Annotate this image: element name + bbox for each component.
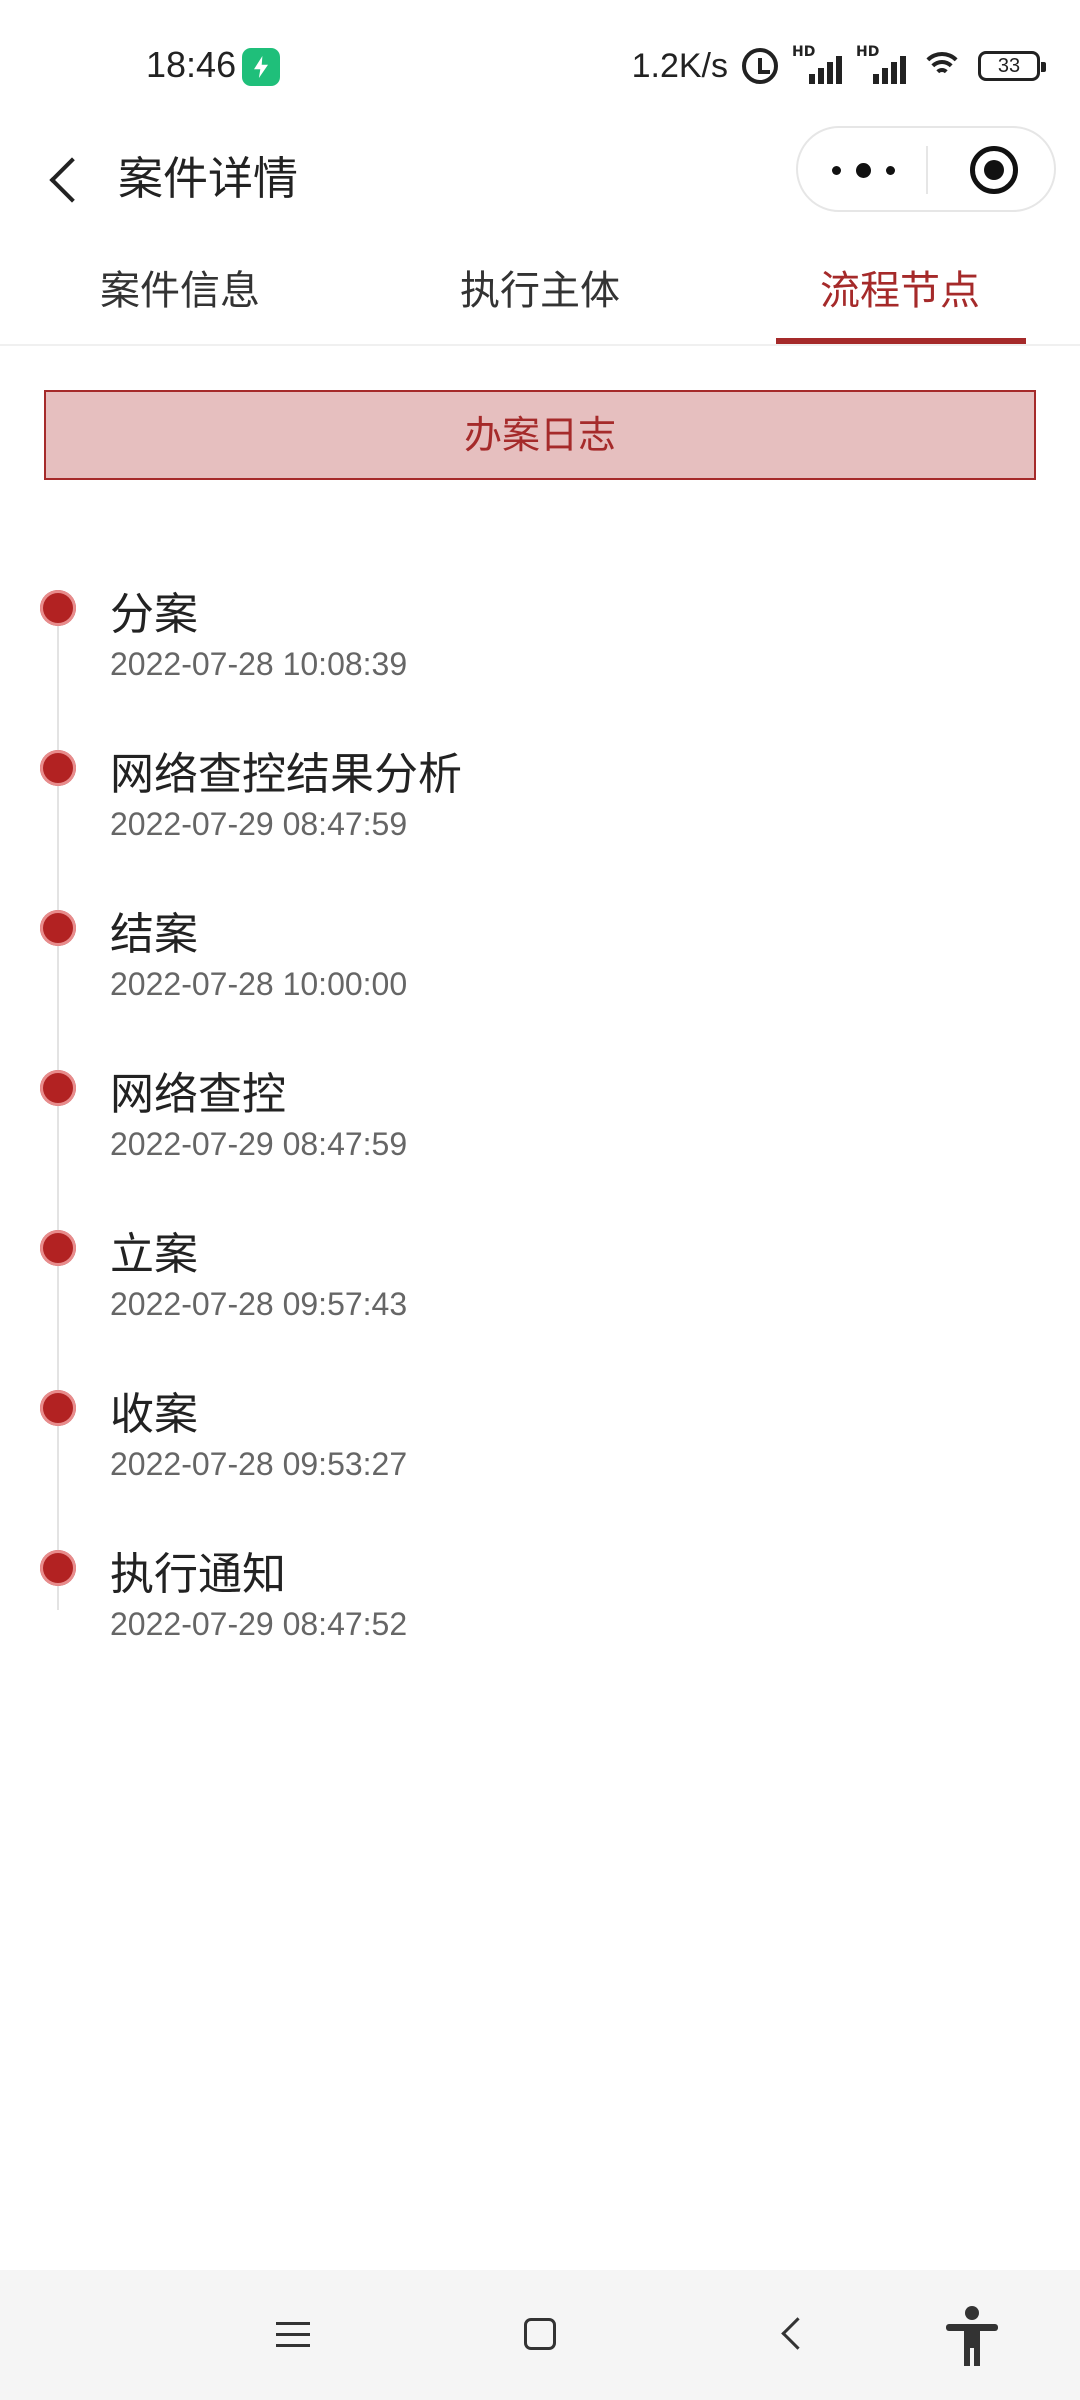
timeline-item: 执行通知 2022-07-29 08:47:52 xyxy=(0,1520,1080,1680)
timeline-item-time: 2022-07-28 10:00:00 xyxy=(110,966,408,1002)
tab-case-info[interactable]: 案件信息 xyxy=(60,258,300,346)
timeline-item-time: 2022-07-29 08:47:52 xyxy=(110,1606,408,1642)
timeline-item: 收案 2022-07-28 09:53:27 xyxy=(0,1360,1080,1520)
timeline-item: 网络查控结果分析 2022-07-29 08:47:59 xyxy=(0,720,1080,880)
timeline-item-time: 2022-07-29 08:47:59 xyxy=(110,806,408,842)
alarm-icon xyxy=(742,48,778,84)
battery-icon: 33 xyxy=(978,51,1046,81)
timeline-item-title: 网络查控 xyxy=(110,1069,286,1120)
menu-icon[interactable] xyxy=(276,2320,310,2350)
timeline-item-title: 收案 xyxy=(110,1389,198,1440)
timeline-item: 分案 2022-07-28 10:08:39 xyxy=(0,560,1080,720)
timeline-dot-icon xyxy=(40,750,76,786)
capsule-divider xyxy=(926,146,928,194)
target-circle-icon[interactable] xyxy=(970,146,1018,194)
timeline-item: 立案 2022-07-28 09:57:43 xyxy=(0,1200,1080,1360)
status-bar: 18:46 1.2K/s HD HD 33 xyxy=(0,0,1080,130)
timeline-dot-icon xyxy=(40,1070,76,1106)
timeline-item-title: 立案 xyxy=(110,1229,198,1280)
timeline-item-time: 2022-07-28 10:08:39 xyxy=(110,646,408,682)
accessibility-icon[interactable] xyxy=(946,2306,998,2366)
timeline-dot-icon xyxy=(40,590,76,626)
timeline-item-title: 网络查控结果分析 xyxy=(110,749,462,800)
timeline-item-time: 2022-07-28 09:57:43 xyxy=(110,1286,408,1322)
page-title: 案件详情 xyxy=(118,152,299,205)
case-log-button[interactable]: 办案日志 xyxy=(44,390,1036,480)
status-time: 18:46 xyxy=(146,44,237,85)
timeline-item: 结案 2022-07-28 10:00:00 xyxy=(0,880,1080,1040)
mini-program-capsule xyxy=(796,126,1056,212)
timeline-item-title: 执行通知 xyxy=(110,1549,286,1600)
back-icon[interactable] xyxy=(778,2316,808,2352)
timeline-dot-icon xyxy=(40,910,76,946)
tab-process-nodes[interactable]: 流程节点 xyxy=(780,258,1020,346)
timeline-dot-icon xyxy=(40,1550,76,1586)
timeline-item: 网络查控 2022-07-29 08:47:59 xyxy=(0,1040,1080,1200)
signal-icon: HD xyxy=(792,44,842,84)
active-tab-indicator xyxy=(776,338,1026,344)
signal-icon: HD xyxy=(856,44,906,84)
more-dots-icon[interactable] xyxy=(826,146,902,194)
tab-bar: 案件信息 执行主体 流程节点 xyxy=(0,250,1080,346)
home-icon[interactable] xyxy=(524,2318,556,2350)
tab-execution-subject[interactable]: 执行主体 xyxy=(420,258,660,346)
chevron-left-icon[interactable] xyxy=(42,148,92,208)
timeline-dot-icon xyxy=(40,1230,76,1266)
status-right: 1.2K/s HD HD 33 xyxy=(631,44,1046,88)
nav-bar: 案件详情 xyxy=(0,126,1080,250)
timeline-item-time: 2022-07-28 09:53:27 xyxy=(110,1446,408,1482)
app-charge-icon xyxy=(242,48,280,86)
timeline-dot-icon xyxy=(40,1390,76,1426)
timeline-item-title: 结案 xyxy=(110,909,198,960)
network-speed: 1.2K/s xyxy=(631,46,728,85)
system-nav-bar xyxy=(0,2270,1080,2400)
timeline-item-title: 分案 xyxy=(110,589,198,640)
timeline-item-time: 2022-07-29 08:47:59 xyxy=(110,1126,408,1162)
wifi-icon xyxy=(920,48,964,84)
